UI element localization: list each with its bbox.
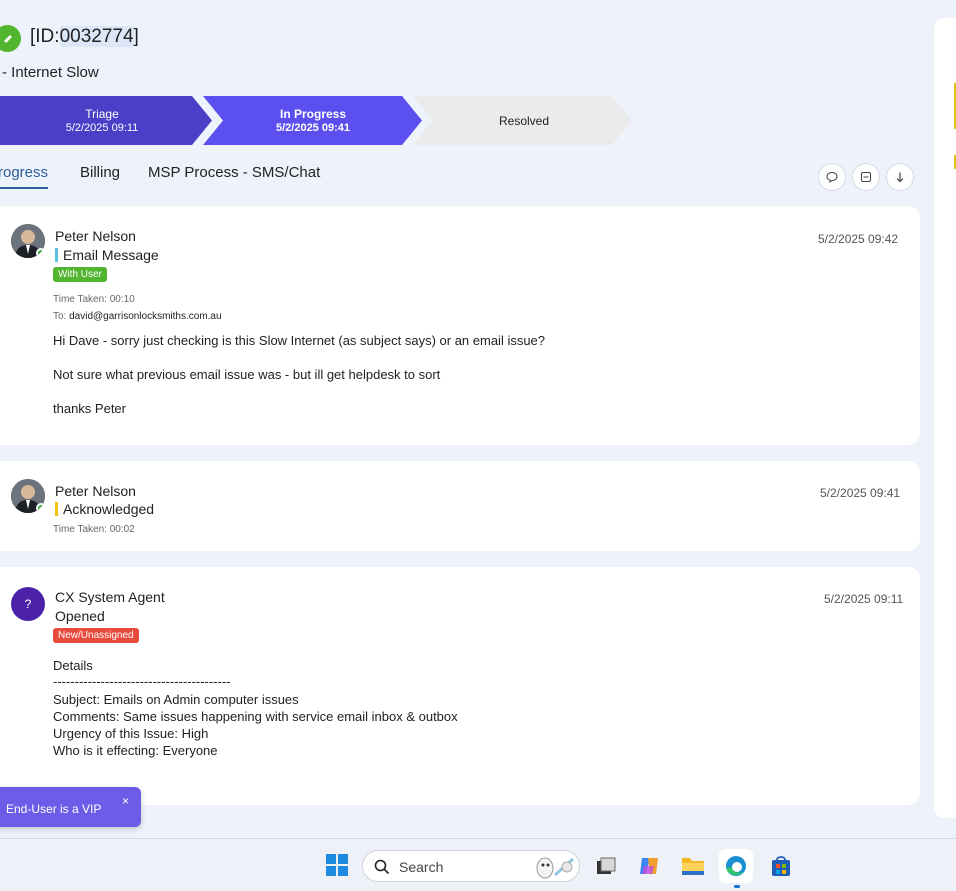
message-line: Urgency of this Issue: High [53, 726, 209, 741]
edge-browser-icon[interactable] [719, 849, 753, 883]
task-view-icon[interactable] [593, 853, 619, 879]
message-line: Details [53, 658, 93, 673]
avatar [11, 479, 45, 513]
search-icon [374, 859, 390, 875]
side-panel [934, 18, 956, 818]
tab-billing[interactable]: Billing [80, 164, 120, 181]
ticket-subject: - Internet Slow [2, 64, 99, 81]
stage-in-progress[interactable]: In Progress 5/2/2025 09:41 [210, 96, 416, 145]
time-taken: Time Taken: 00:10 [53, 294, 135, 305]
time-taken: Time Taken: 00:02 [53, 524, 135, 535]
file-explorer-icon[interactable] [680, 853, 706, 879]
status-badge: New/Unassigned [53, 628, 139, 643]
vip-notification: End-User is a VIP × [0, 787, 141, 827]
close-icon[interactable]: × [122, 794, 129, 808]
message-line: thanks Peter [53, 401, 126, 416]
copilot-icon[interactable] [636, 853, 662, 879]
message-line: Comments: Same issues happening with ser… [53, 709, 458, 724]
author-name: CX System Agent [55, 589, 165, 605]
timeline-entry: Peter Nelson Acknowledged Time Taken: 00… [0, 461, 920, 551]
online-status-dot [36, 503, 45, 513]
author-name: Peter Nelson [55, 483, 136, 499]
taskbar: Search [0, 838, 956, 891]
online-status-dot [36, 248, 45, 258]
tab-progress[interactable]: rogress [0, 164, 49, 189]
arrow-down-icon [896, 172, 904, 183]
collapse-button[interactable] [852, 163, 880, 191]
message-line: Hi Dave - sorry just checking is this Sl… [53, 333, 546, 348]
collapse-icon [861, 172, 871, 182]
timeline-entry: Peter Nelson Email Message With User Tim… [0, 206, 920, 445]
email-recipient: To: david@garrisonlocksmiths.com.au [53, 311, 222, 322]
tab-msp-process[interactable]: MSP Process - SMS/Chat [148, 164, 320, 181]
entry-type: Opened [55, 608, 105, 624]
sort-down-button[interactable] [886, 163, 914, 191]
message-line: Subject: Emails on Admin computer issues [53, 692, 299, 707]
comment-button[interactable] [818, 163, 846, 191]
stage-progress: Triage 5/2/2025 09:11 In Progress 5/2/20… [0, 96, 640, 145]
type-color-bar [55, 502, 58, 516]
windows-start-icon[interactable] [325, 853, 349, 877]
type-color-bar [55, 248, 58, 262]
avatar [11, 224, 45, 258]
active-app-indicator [734, 885, 740, 888]
entry-timestamp: 5/2/2025 09:42 [818, 232, 899, 246]
message-divider: ----------------------------------------… [53, 674, 231, 689]
entry-type: Email Message [55, 247, 159, 263]
entry-type: Acknowledged [55, 501, 154, 517]
stage-triage[interactable]: Triage 5/2/2025 09:11 [0, 96, 204, 145]
search-label: Search [399, 859, 444, 875]
search-highlight-icon [536, 857, 574, 879]
comment-icon [826, 171, 838, 183]
vip-text: End-User is a VIP [6, 802, 102, 816]
author-name: Peter Nelson [55, 228, 136, 244]
ticket-id: [ID:0032774] [30, 26, 139, 47]
avatar: ? [11, 587, 45, 621]
timeline-entry: ? CX System Agent Opened New/Unassigned … [0, 567, 920, 805]
message-line: Who is it effecting: Everyone [53, 743, 218, 758]
stage-resolved[interactable]: Resolved [420, 96, 628, 145]
status-badge: With User [53, 267, 107, 282]
message-line: Not sure what previous email issue was -… [53, 367, 441, 382]
entry-timestamp: 5/2/2025 09:41 [820, 486, 901, 500]
entry-timestamp: 5/2/2025 09:11 [824, 592, 904, 606]
taskbar-search[interactable]: Search [362, 850, 580, 882]
ticket-icon [0, 25, 21, 52]
store-icon[interactable] [768, 853, 794, 879]
